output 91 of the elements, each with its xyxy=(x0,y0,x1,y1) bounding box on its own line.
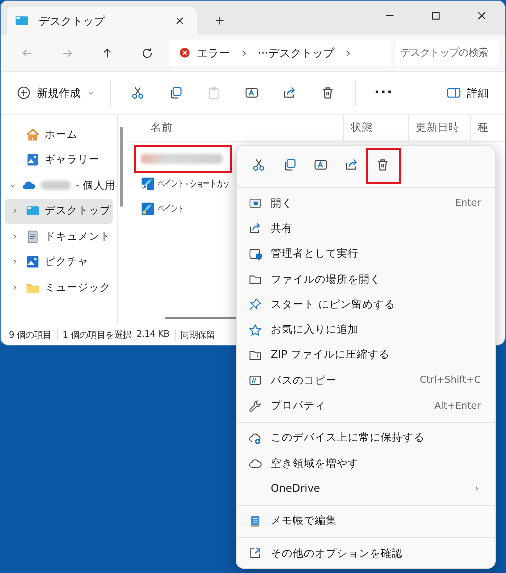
column-header[interactable]: 更新日時 xyxy=(408,115,470,141)
rename-icon xyxy=(314,158,328,172)
file-name[interactable]: ペイント - ショートカッ xyxy=(158,176,230,190)
menu-item[interactable]: パスのコピー Ctrl+Shift+C xyxy=(237,368,495,394)
plus-circle-icon xyxy=(17,86,31,100)
star-icon xyxy=(249,324,262,337)
address-bar[interactable]: エラー ···デスクトップ xyxy=(169,40,391,66)
copy-icon xyxy=(169,86,183,100)
menu-item[interactable]: お気に入りに追加 xyxy=(237,317,495,343)
file-name[interactable]: ペイント xyxy=(158,202,184,216)
new-button[interactable]: 新規作成 xyxy=(11,78,102,108)
window-icon xyxy=(249,197,262,210)
close-icon xyxy=(476,10,488,22)
menu-item[interactable]: OneDrive xyxy=(237,476,495,502)
folder-icon xyxy=(249,273,262,286)
scrollbar[interactable] xyxy=(120,127,123,207)
refresh-icon xyxy=(140,46,154,60)
close-icon xyxy=(174,15,186,27)
breadcrumb[interactable]: エラー xyxy=(197,46,230,60)
details-button[interactable]: 詳細 xyxy=(441,78,495,108)
breadcrumb[interactable]: デスクトップ xyxy=(268,46,334,60)
cloud-icon xyxy=(249,432,262,445)
tab-title: デスクトップ xyxy=(39,14,106,28)
sidebar-label: ピクチャ xyxy=(45,255,89,270)
error-icon xyxy=(179,47,191,59)
sidebar-label: デスクトップ xyxy=(45,204,111,218)
column-header[interactable]: 種 xyxy=(470,115,505,141)
rename-icon xyxy=(245,86,259,100)
sidebar-item[interactable]: ギャラリー xyxy=(5,148,113,173)
chevron-right-icon xyxy=(473,484,481,493)
sidebar-item[interactable]: ピクチャ xyxy=(5,250,113,275)
desktop-icon xyxy=(15,14,29,28)
paint-app-icon xyxy=(141,202,155,216)
menu-item[interactable]: 管理者として実行 xyxy=(237,242,495,267)
clipboard-icon xyxy=(207,86,221,100)
more-button[interactable]: ··· xyxy=(364,78,404,108)
column-header[interactable]: 名前 xyxy=(125,115,343,141)
sidebar-item[interactable]: デスクトップ xyxy=(5,198,113,224)
path-icon xyxy=(249,374,262,388)
sidebar-label: ドキュメント xyxy=(45,230,111,244)
trash-icon xyxy=(321,86,335,100)
menu-item[interactable]: その他のオプションを確認 xyxy=(237,540,495,566)
search-field[interactable]: デスクトップの検索 xyxy=(395,40,499,66)
menu-item[interactable]: スタート にピン留めする xyxy=(237,292,495,318)
menu-item[interactable]: 共有 xyxy=(237,216,495,242)
desktop-icon xyxy=(26,204,40,218)
status-text: 9 個の項目 xyxy=(9,330,52,342)
status-text: 1 個の項目を選択 xyxy=(62,330,132,342)
menu-item[interactable]: ファイルの場所を開く xyxy=(237,266,495,292)
zip-folder-icon xyxy=(249,348,262,362)
document-icon xyxy=(26,230,40,244)
copy-icon xyxy=(282,158,296,172)
shield-icon xyxy=(249,248,262,261)
image-icon xyxy=(26,255,40,270)
share-icon xyxy=(283,86,297,100)
menu-item[interactable]: 空き領域を増やす xyxy=(237,450,495,476)
plus-icon xyxy=(214,15,226,27)
shortcut-text: Ctrl+Shift+C xyxy=(420,375,481,386)
pin-icon xyxy=(249,298,262,312)
details-pane-icon xyxy=(447,86,461,100)
menu-item[interactable]: このデバイス上に常に保持する xyxy=(237,426,495,451)
wrench-icon xyxy=(249,400,262,413)
column-header[interactable]: 状態 xyxy=(343,115,408,141)
image-icon xyxy=(26,153,40,168)
sidebar-label: ギャラリー xyxy=(45,153,100,168)
share-icon xyxy=(249,222,262,236)
house-icon xyxy=(26,128,40,142)
trash-icon xyxy=(376,158,390,172)
menu-item[interactable]: プロパティ Alt+Enter xyxy=(237,393,495,419)
scissors-icon xyxy=(131,86,145,100)
menu-item[interactable]: 開く Enter xyxy=(237,191,495,216)
notepad-icon xyxy=(249,514,262,528)
sidebar-label: ミュージック xyxy=(45,280,111,295)
overflow-dots[interactable]: ··· xyxy=(258,46,268,60)
sidebar-item[interactable]: ミュージック xyxy=(5,275,113,300)
status-text: 同期保留 xyxy=(180,330,216,342)
scissors-icon xyxy=(252,158,266,172)
status-text: 2.14 KB xyxy=(136,330,170,340)
sidebar-item[interactable]: ドキュメント xyxy=(5,224,113,250)
menu-item[interactable]: メモ帳で編集 xyxy=(237,508,495,534)
maximize-icon xyxy=(430,10,442,22)
shortcut-text: Enter xyxy=(456,198,481,210)
sidebar-label: ホーム xyxy=(45,128,78,142)
share-icon xyxy=(344,158,358,172)
menu-item[interactable]: ZIP ファイルに圧縮する xyxy=(237,342,495,368)
shortcut-text: Alt+Enter xyxy=(434,400,481,412)
cloud-icon xyxy=(249,457,262,470)
window-tab[interactable]: デスクトップ xyxy=(7,7,197,35)
sidebar-item[interactable]: ホーム xyxy=(5,122,113,148)
external-window-icon xyxy=(249,547,262,560)
paint-app-icon xyxy=(141,176,155,190)
